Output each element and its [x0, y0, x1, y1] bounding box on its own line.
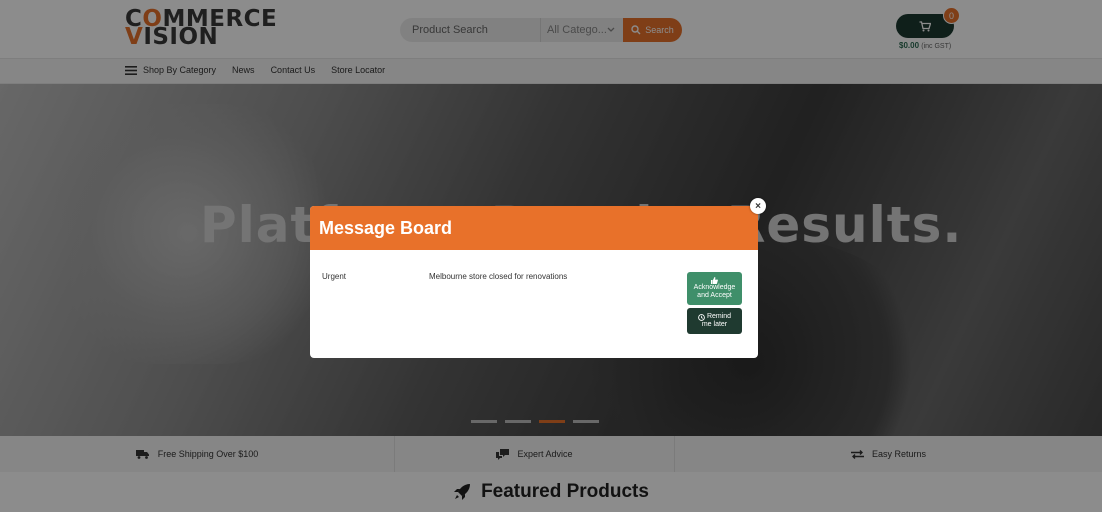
remind-later-button[interactable]: Remind me later — [687, 308, 742, 334]
remind-button-label: me later — [701, 321, 728, 328]
modal-title: Message Board — [319, 217, 453, 238]
close-icon: × — [755, 200, 761, 212]
accept-button-label: Acknowledge — [693, 284, 736, 291]
message-text: Melbourne store closed for renovations — [429, 272, 568, 281]
acknowledge-accept-button[interactable]: Acknowledge and Accept — [687, 272, 742, 305]
accept-button-label: and Accept — [697, 292, 732, 299]
message-priority: Urgent — [322, 272, 347, 281]
modal-header: Message Board — [310, 206, 758, 250]
close-button[interactable]: × — [750, 198, 766, 214]
thumbs-up-icon — [711, 277, 718, 284]
message-board-modal: Message Board × Urgent Melbourne store c… — [310, 198, 766, 358]
clock-icon — [698, 313, 705, 321]
remind-button-label: Remind — [706, 313, 732, 320]
